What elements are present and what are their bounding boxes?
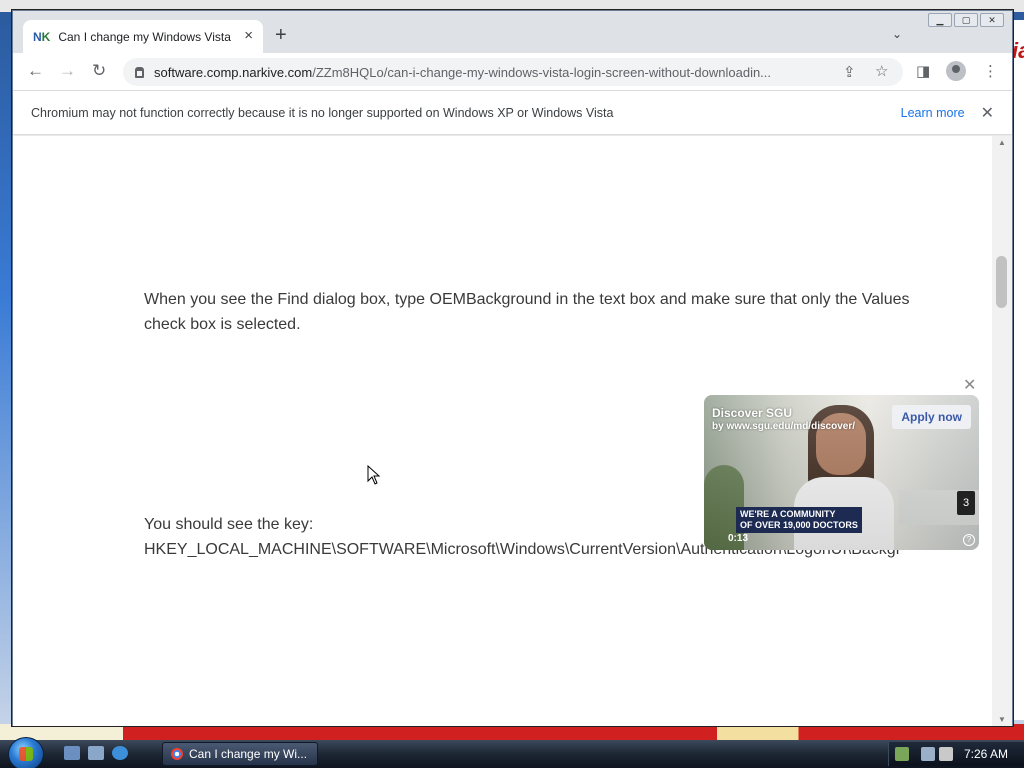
clock[interactable]: 7:26 AM (964, 747, 1008, 761)
minimize-button[interactable]: ▁ (928, 13, 952, 27)
ad-help-icon[interactable]: ? (963, 534, 975, 546)
display-icon[interactable] (921, 747, 935, 761)
vertical-scrollbar[interactable]: ▲ ▼ (992, 136, 1012, 726)
bookmark-star-icon[interactable]: ☆ (875, 62, 888, 80)
unsupported-os-infobar: Chromium may not function correctly beca… (13, 91, 1012, 135)
taskbar-item-label: Can I change my Wi... (189, 747, 308, 761)
address-bar[interactable]: software.comp.narkive.com/ZZm8HQLo/can-i… (123, 58, 903, 86)
menu-kebab-icon[interactable]: ⋮ (983, 62, 998, 80)
system-tray: 7:26 AM (888, 742, 1024, 766)
browser-toolbar: ← → ↻ software.comp.narkive.com/ZZm8HQLo… (13, 53, 1012, 91)
forward-arrow-icon[interactable]: → (59, 61, 76, 81)
new-tab-button[interactable]: + (275, 25, 287, 45)
video-ad[interactable]: Discover SGU by www.sgu.edu/md/discover/… (704, 395, 979, 550)
ad-count-badge: 3 (957, 491, 975, 515)
chromium-icon (171, 748, 183, 760)
article-paragraph: When you see the Find dialog box, type O… (144, 291, 910, 333)
infobar-close-icon[interactable]: ✕ (981, 103, 994, 123)
network-status-icon[interactable] (895, 747, 909, 761)
browser-window: NK Can I change my Windows Vista × + ⌄ ▁… (12, 10, 1013, 726)
maximize-button[interactable]: ▢ (954, 13, 978, 27)
tab-close-icon[interactable]: × (244, 27, 253, 44)
url-path: /ZZm8HQLo/can-i-change-my-windows-vista-… (312, 64, 772, 80)
volume-muted-icon[interactable] (939, 747, 953, 761)
switch-windows-icon[interactable] (88, 746, 104, 760)
desktop-strip-bottom (0, 724, 1024, 740)
share-icon[interactable]: ⇪ (843, 63, 856, 81)
close-window-button[interactable]: ✕ (980, 13, 1004, 27)
ad-banner-line1: WE'RE A COMMUNITY (740, 509, 836, 519)
tab-strip: NK Can I change my Windows Vista × + ⌄ ▁… (13, 11, 1012, 53)
profile-avatar-icon[interactable] (946, 61, 966, 81)
tab-search-chevron-icon[interactable]: ⌄ (892, 27, 902, 41)
mouse-cursor-icon (367, 464, 381, 490)
lock-icon[interactable] (135, 66, 144, 78)
narkive-favicon-icon: NK (33, 29, 51, 44)
taskbar-chromium-button[interactable]: Can I change my Wi... (162, 742, 318, 766)
tab-active[interactable]: NK Can I change my Windows Vista × (23, 20, 263, 53)
learn-more-link[interactable]: Learn more (901, 106, 965, 120)
back-arrow-icon[interactable]: ← (27, 61, 44, 81)
apply-now-button[interactable]: Apply now (892, 405, 971, 429)
window-controls: ▁ ▢ ✕ (928, 13, 1004, 27)
ad-title: Discover SGU (712, 406, 793, 420)
scroll-down-arrow-icon[interactable]: ▼ (998, 715, 1006, 724)
ad-subtitle: by www.sgu.edu/md/discover/ (712, 421, 855, 432)
desktop-decoration: ia (1012, 38, 1024, 63)
side-panel-icon[interactable]: ◨ (916, 62, 930, 80)
scrollbar-thumb[interactable] (996, 256, 1007, 308)
show-desktop-icon[interactable] (64, 746, 80, 760)
url-text[interactable]: software.comp.narkive.com/ZZm8HQLo/can-i… (154, 65, 824, 80)
reload-icon[interactable]: ↻ (92, 61, 106, 81)
start-button[interactable] (8, 737, 44, 768)
taskbar: Can I change my Wi... 7:26 AM (0, 737, 1024, 768)
ad-banner: WE'RE A COMMUNITY OF OVER 19,000 DOCTORS (736, 507, 862, 533)
scroll-up-arrow-icon[interactable]: ▲ (998, 138, 1006, 147)
url-host: software.comp.narkive.com (154, 64, 313, 80)
ad-close-icon[interactable]: ✕ (963, 375, 976, 395)
infobar-message: Chromium may not function correctly beca… (31, 105, 614, 120)
internet-explorer-icon[interactable] (112, 746, 128, 760)
ad-time: 0:13 (728, 533, 749, 544)
tab-title: Can I change my Windows Vista (58, 29, 231, 44)
ad-banner-line2: OF OVER 19,000 DOCTORS (740, 520, 858, 530)
